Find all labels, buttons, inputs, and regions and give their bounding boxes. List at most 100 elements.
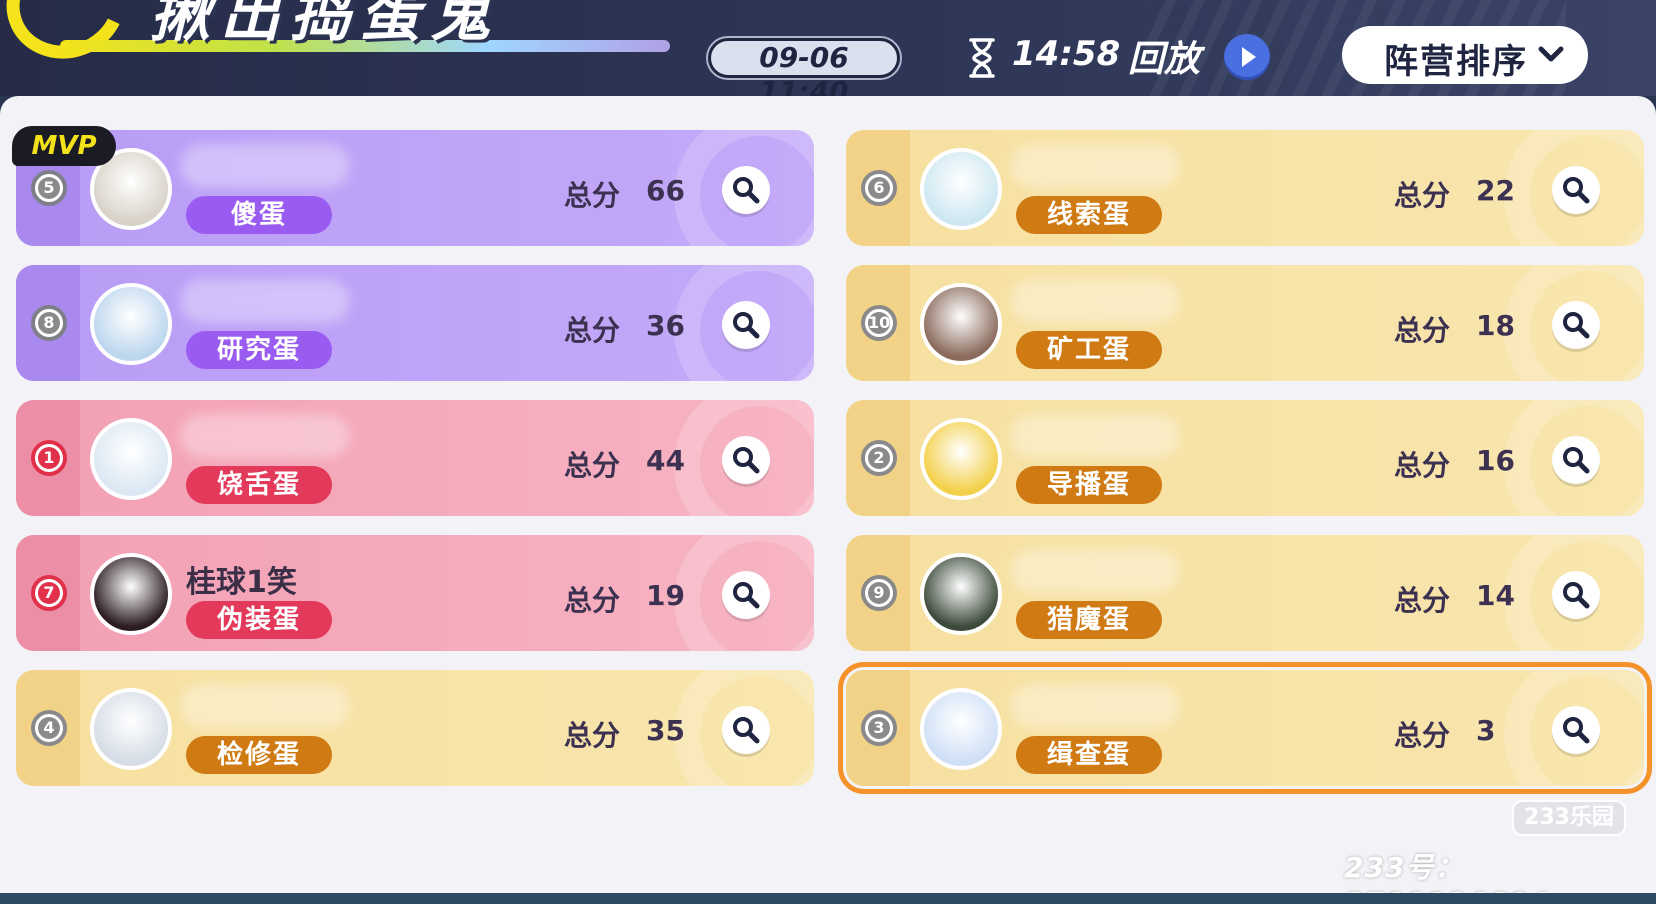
name-redaction [180, 279, 350, 323]
player-card[interactable]: 2 导播蛋 总分 16 [846, 400, 1644, 516]
player-card[interactable]: 5 傻蛋 总分 66 [16, 130, 814, 246]
seat-number-badge: 8 [31, 305, 67, 341]
player-card[interactable]: 1 饶舌蛋 总分 44 [16, 400, 814, 516]
role-badge: 缉查蛋 [1016, 736, 1162, 774]
score-value: 66 [646, 174, 685, 207]
role-badge: 矿工蛋 [1016, 331, 1162, 369]
player-name: 桂球1笑 [186, 565, 297, 600]
seat-number: 6 [868, 177, 890, 199]
chevron-down-icon [1538, 46, 1564, 62]
name-redaction [1010, 279, 1180, 323]
score-label: 总分 [1394, 584, 1451, 617]
name-redaction [1010, 144, 1180, 188]
score-value: 14 [1476, 579, 1515, 612]
player-card[interactable]: 10 矿工蛋 总分 18 [846, 265, 1644, 381]
seat-number-badge: 6 [861, 170, 897, 206]
name-redaction [1010, 549, 1180, 593]
seat-number: 9 [868, 582, 890, 604]
replay-label[interactable]: 回放 [1128, 30, 1200, 82]
score-label: 总分 [1394, 314, 1451, 347]
seat-number-badge: 4 [31, 710, 67, 746]
sort-dropdown[interactable]: 阵营排序 [1342, 26, 1588, 84]
seat-number-badge: 10 [861, 305, 897, 341]
top-bar: 揪出捣蛋鬼 09-06 11:40 14:58 回放 阵营排序 [0, 0, 1656, 96]
score-value: 16 [1476, 444, 1515, 477]
magnifier-icon [733, 447, 760, 474]
inspect-button[interactable] [722, 436, 770, 484]
name-redaction [180, 684, 350, 728]
score-label: 总分 [564, 719, 621, 752]
hourglass-icon [969, 38, 995, 78]
player-avatar[interactable] [90, 283, 172, 365]
score-label: 总分 [564, 449, 621, 482]
inspect-button[interactable] [1552, 301, 1600, 349]
score-value: 19 [646, 579, 685, 612]
magnifier-icon [1563, 717, 1590, 744]
player-card[interactable]: 3 缉查蛋 总分 3 [838, 662, 1652, 794]
magnifier-icon [1563, 177, 1590, 204]
role-badge: 检修蛋 [186, 736, 332, 774]
seat-number-badge: 5 [31, 170, 67, 206]
score-label: 总分 [564, 584, 621, 617]
inspect-button[interactable] [722, 706, 770, 754]
magnifier-icon [733, 582, 760, 609]
seat-number: 7 [38, 582, 60, 604]
inspect-button[interactable] [722, 166, 770, 214]
seat-number-badge: 7 [31, 575, 67, 611]
score-label: 总分 [1394, 449, 1451, 482]
player-avatar[interactable] [90, 553, 172, 635]
player-avatar[interactable] [920, 553, 1002, 635]
player-avatar[interactable] [920, 688, 1002, 770]
seat-number: 1 [38, 447, 60, 469]
seat-number: 10 [868, 312, 891, 334]
name-redaction [180, 414, 350, 458]
score-value: 3 [1476, 714, 1496, 747]
player-avatar[interactable] [920, 148, 1002, 230]
game-logo-swirl [0, 0, 142, 76]
role-badge: 线索蛋 [1016, 196, 1162, 234]
inspect-button[interactable] [722, 301, 770, 349]
player-card[interactable]: 7 桂球1笑 伪装蛋 总分 19 [16, 535, 814, 651]
player-card[interactable]: 6 线索蛋 总分 22 [846, 130, 1644, 246]
magnifier-icon [1563, 312, 1590, 339]
replay-button[interactable] [1224, 34, 1270, 80]
role-badge: 伪装蛋 [186, 601, 332, 639]
inspect-button[interactable] [1552, 166, 1600, 214]
score-value: 36 [646, 309, 685, 342]
game-title: 揪出捣蛋鬼 [150, 0, 500, 50]
score-value: 44 [646, 444, 685, 477]
player-card[interactable]: 9 猎魔蛋 总分 14 [846, 535, 1644, 651]
inspect-button[interactable] [1552, 706, 1600, 754]
watermark-logo: 233乐园 [1512, 800, 1626, 836]
player-avatar[interactable] [920, 418, 1002, 500]
role-badge: 饶舌蛋 [186, 466, 332, 504]
score-label: 总分 [564, 179, 621, 212]
player-avatar[interactable] [920, 283, 1002, 365]
player-avatar[interactable] [90, 418, 172, 500]
player-card[interactable]: 4 检修蛋 总分 35 [16, 670, 814, 786]
name-redaction [1010, 414, 1180, 458]
name-redaction [180, 144, 350, 188]
match-datetime: 09-06 11:40 [708, 38, 900, 96]
score-label: 总分 [1394, 179, 1451, 212]
score-value: 22 [1476, 174, 1515, 207]
score-value: 18 [1476, 309, 1515, 342]
player-card[interactable]: 8 研究蛋 总分 36 [16, 265, 814, 381]
sort-dropdown-label: 阵营排序 [1384, 42, 1528, 82]
seat-number: 8 [38, 312, 60, 334]
seat-number-badge: 2 [861, 440, 897, 476]
inspect-button[interactable] [1552, 571, 1600, 619]
inspect-button[interactable] [722, 571, 770, 619]
player-avatar[interactable] [90, 688, 172, 770]
inspect-button[interactable] [1552, 436, 1600, 484]
magnifier-icon [733, 177, 760, 204]
seat-number: 3 [868, 717, 890, 739]
seat-number: 4 [38, 717, 60, 739]
seat-number: 5 [38, 177, 60, 199]
role-badge: 研究蛋 [186, 331, 332, 369]
seat-number: 2 [868, 447, 890, 469]
magnifier-icon [1563, 582, 1590, 609]
magnifier-icon [733, 717, 760, 744]
score-value: 35 [646, 714, 685, 747]
name-redaction [1010, 684, 1180, 728]
